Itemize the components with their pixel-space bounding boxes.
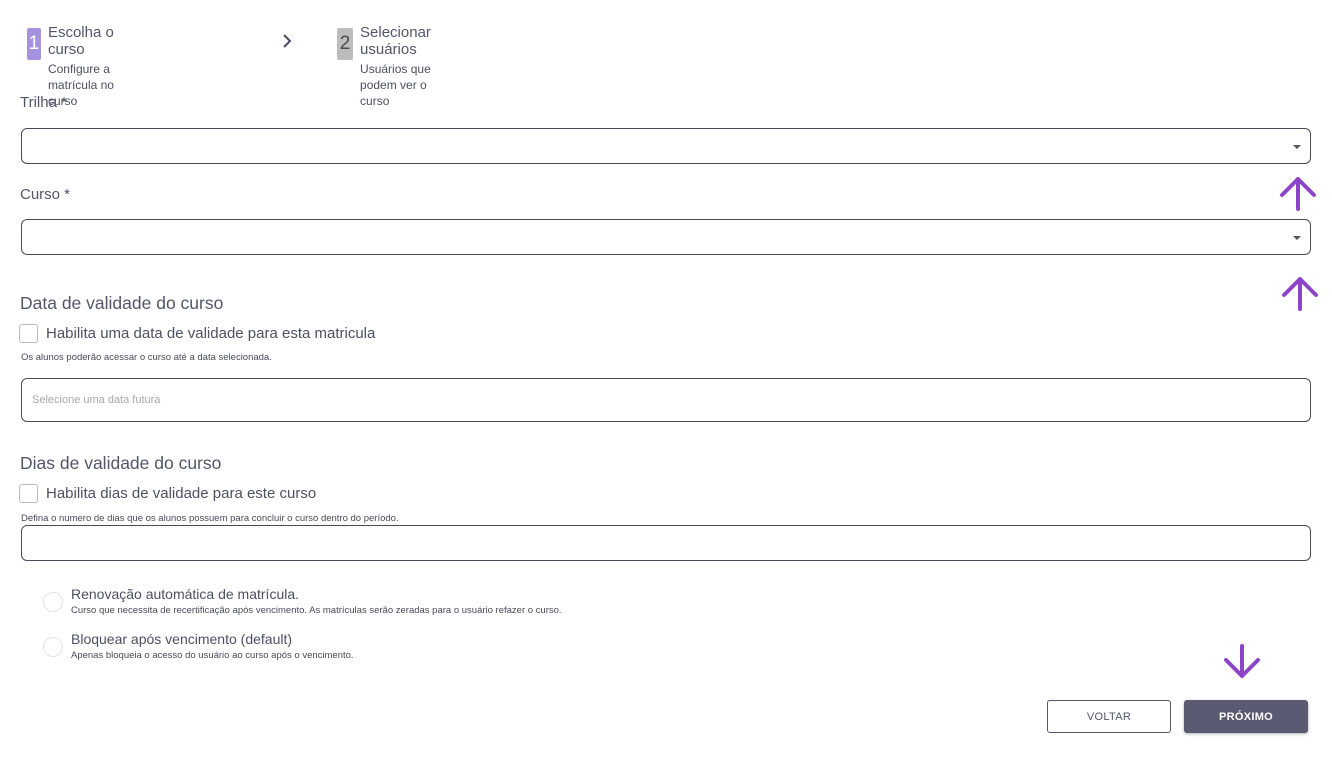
- validity-days-help: Defina o numero de dias que os alunos po…: [21, 513, 399, 524]
- chevron-right-icon: [283, 34, 292, 48]
- next-button[interactable]: PRÓXIMO: [1184, 700, 1308, 733]
- caret-down-icon: [1293, 145, 1301, 149]
- step-title: Selecionar usuários: [360, 24, 431, 58]
- back-button[interactable]: VOLTAR: [1047, 700, 1171, 733]
- validity-days-heading: Dias de validade do curso: [20, 453, 222, 473]
- step-number: 1: [27, 28, 41, 60]
- radio-title[interactable]: Renovação automática de matrícula.: [71, 586, 562, 602]
- validity-date-checkbox-row[interactable]: Habilita uma data de validade para esta …: [19, 324, 375, 343]
- step-number: 2: [337, 28, 354, 60]
- validity-date-help: Os alunos poderão acessar o curso até a …: [21, 352, 272, 363]
- validity-date-input[interactable]: [21, 378, 1311, 422]
- curso-select[interactable]: [21, 219, 1311, 255]
- step-select-users[interactable]: 2 Selecionar usuários Usuários que podem…: [337, 24, 447, 109]
- validity-date-heading: Data de validade do curso: [20, 293, 224, 313]
- validity-date-checkbox[interactable]: [19, 324, 38, 343]
- validity-days-checkbox[interactable]: [19, 484, 38, 503]
- caret-down-icon: [1293, 236, 1301, 240]
- validity-days-checkbox-row[interactable]: Habilita dias de validade para este curs…: [19, 484, 316, 503]
- radio-subtitle: Curso que necessita de recertificação ap…: [71, 605, 562, 616]
- radio-subtitle: Apenas bloqueia o acesso do usuário ao c…: [71, 650, 354, 661]
- arrow-up-icon: [1280, 177, 1316, 211]
- radio-auto-renew[interactable]: Renovação automática de matrícula. Curso…: [43, 586, 562, 616]
- curso-label: Curso *: [20, 186, 71, 203]
- trilha-select[interactable]: [21, 128, 1311, 164]
- radio-block-after-expiry[interactable]: Bloquear após vencimento (default) Apena…: [43, 631, 354, 661]
- validity-days-checkbox-label[interactable]: Habilita dias de validade para este curs…: [46, 485, 316, 502]
- step-subtitle: Usuários que podem ver o curso: [360, 62, 431, 108]
- radio-button[interactable]: [43, 592, 63, 612]
- step-title: Escolha o curso: [47, 24, 114, 58]
- validity-days-input[interactable]: [21, 525, 1311, 561]
- radio-button[interactable]: [43, 637, 63, 657]
- validity-date-checkbox-label[interactable]: Habilita uma data de validade para esta …: [46, 325, 375, 342]
- arrow-down-icon: [1224, 644, 1260, 678]
- arrow-up-icon: [1282, 277, 1318, 311]
- trilha-label: Trilha *: [20, 94, 67, 111]
- radio-title[interactable]: Bloquear após vencimento (default): [71, 631, 354, 647]
